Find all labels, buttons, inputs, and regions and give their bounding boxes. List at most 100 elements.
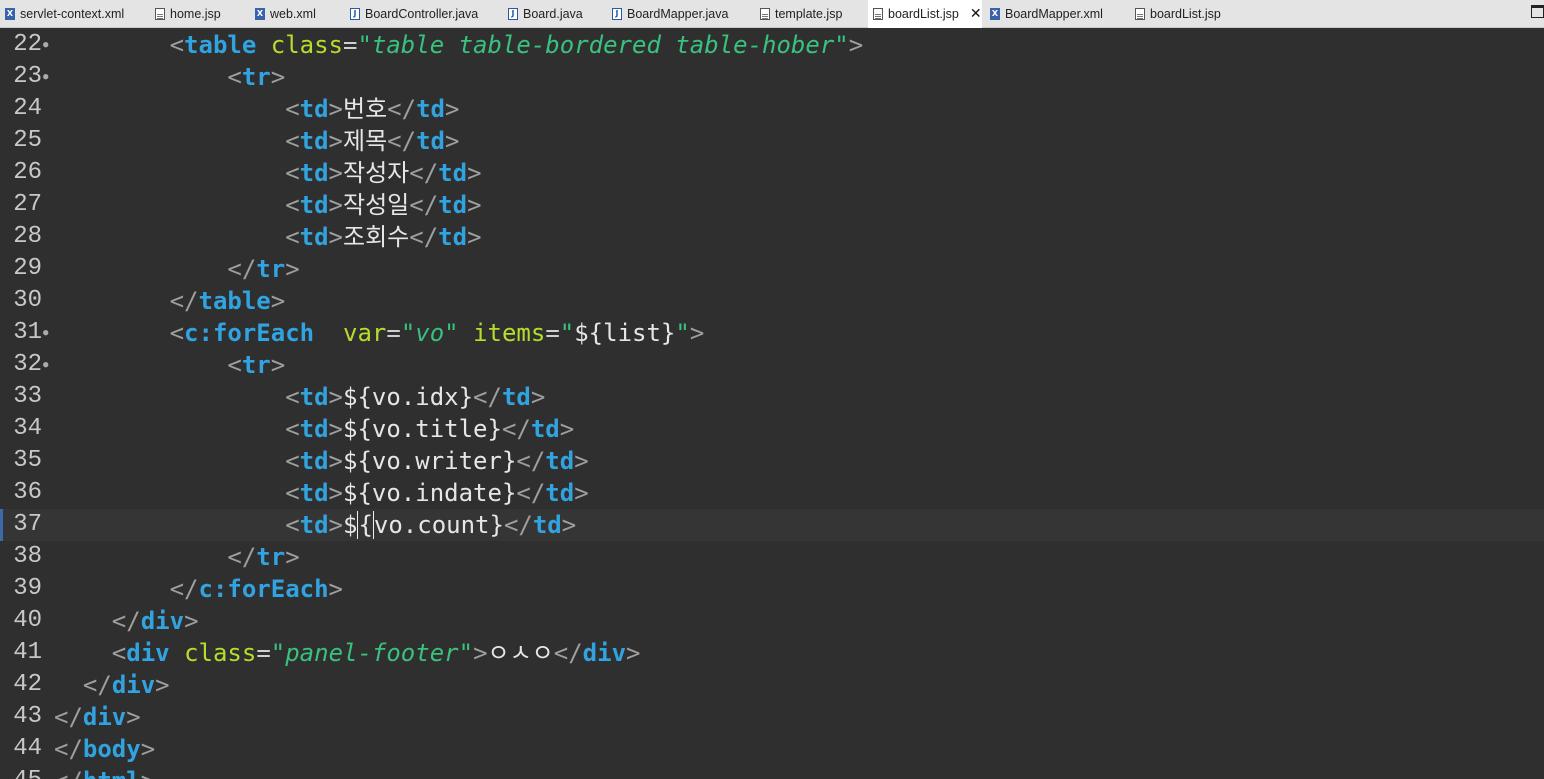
code-token: < bbox=[285, 159, 300, 187]
maximize-icon[interactable] bbox=[1531, 5, 1544, 18]
tab-label: Board.java bbox=[523, 7, 583, 21]
code-token: " bbox=[675, 319, 690, 347]
code-token: td bbox=[299, 447, 329, 475]
code-text: <c:forEach var="vo" items="${list}"> bbox=[54, 317, 705, 349]
code-token: </ bbox=[553, 639, 583, 667]
code-token: > bbox=[328, 127, 343, 155]
code-token: < bbox=[169, 319, 185, 347]
code-token: </ bbox=[516, 447, 546, 475]
code-token: < bbox=[111, 639, 127, 667]
code-token: ${vo.writer} bbox=[343, 447, 517, 475]
fold-marker-icon[interactable]: ● bbox=[43, 317, 48, 349]
tab-label: home.jsp bbox=[170, 7, 221, 21]
code-line[interactable]: 35 <td>${vo.writer}</td> bbox=[0, 445, 1544, 477]
code-text: <td>번호</td> bbox=[54, 93, 459, 125]
code-token: td bbox=[438, 159, 468, 187]
code-token: td bbox=[416, 127, 445, 155]
code-text: </div> bbox=[54, 605, 199, 637]
line-number: 43 bbox=[13, 703, 42, 730]
java-file-icon: J bbox=[508, 8, 518, 20]
line-number: 28 bbox=[13, 223, 42, 250]
code-token: 번호 bbox=[343, 95, 388, 123]
code-token: div bbox=[126, 639, 170, 667]
code-line[interactable]: 38 </tr> bbox=[0, 541, 1544, 573]
tab-label: template.jsp bbox=[775, 7, 843, 21]
xml-file-icon: X bbox=[990, 8, 1000, 20]
code-text: <table class="table table-bordered table… bbox=[54, 29, 864, 61]
code-editor[interactable]: 22 ● <table class="table table-bordered t… bbox=[0, 29, 1544, 779]
tab-home-jsp[interactable]: home.jsp bbox=[150, 0, 245, 28]
tab-web-xml[interactable]: Xweb.xml bbox=[250, 0, 340, 28]
code-line[interactable]: 27 <td>작성일</td> bbox=[0, 189, 1544, 221]
code-line[interactable]: 32 ● <tr> bbox=[0, 349, 1544, 381]
code-text: </c:forEach> bbox=[54, 573, 343, 605]
code-line[interactable]: 45 </html> bbox=[0, 765, 1544, 779]
code-line[interactable]: 37 <td>${vo.count}</td> bbox=[0, 509, 1544, 541]
code-line[interactable]: 24 <td>번호</td> bbox=[0, 93, 1544, 125]
xml-file-icon: X bbox=[5, 8, 15, 20]
code-token: </ bbox=[516, 479, 546, 507]
code-line[interactable]: 29 </tr> bbox=[0, 253, 1544, 285]
code-token: class bbox=[184, 639, 257, 667]
code-token: td bbox=[299, 191, 329, 219]
code-token: </ bbox=[54, 703, 83, 731]
code-line[interactable]: 39 </c:forEach> bbox=[0, 573, 1544, 605]
code-token: table bbox=[198, 287, 271, 315]
tab-boardcontroller-java[interactable]: J BoardController.java bbox=[345, 0, 495, 28]
code-line[interactable]: 40 </div> bbox=[0, 605, 1544, 637]
code-token: td bbox=[299, 127, 329, 155]
code-token: > bbox=[467, 223, 482, 251]
code-line[interactable]: 41 <div class="panel-footer">ㅇㅅㅇ</div> bbox=[0, 637, 1544, 669]
code-line[interactable]: 25 <td>제목</td> bbox=[0, 125, 1544, 157]
code-token: td bbox=[299, 95, 329, 123]
fold-marker-icon[interactable]: ● bbox=[43, 61, 48, 93]
tab-label: BoardMapper.java bbox=[627, 7, 729, 21]
code-token: html bbox=[83, 767, 141, 779]
code-line[interactable]: 43 </div> bbox=[0, 701, 1544, 733]
code-token: div bbox=[82, 703, 127, 731]
code-token: </ bbox=[82, 671, 112, 699]
code-line[interactable]: 30 </table> bbox=[0, 285, 1544, 317]
fold-marker-icon[interactable]: ● bbox=[43, 349, 48, 381]
code-line[interactable]: 42 </div> bbox=[0, 669, 1544, 701]
code-token: > bbox=[626, 639, 641, 667]
java-file-icon: J bbox=[350, 8, 360, 20]
line-number: 23 bbox=[13, 63, 42, 90]
code-line[interactable]: 28 <td>조회수</td> bbox=[0, 221, 1544, 253]
close-tab-icon[interactable]: ✕ bbox=[970, 6, 982, 22]
tab-boardmapper-xml[interactable]: X BoardMapper.xml bbox=[985, 0, 1125, 28]
code-line[interactable]: 26 <td>작성자</td> bbox=[0, 157, 1544, 189]
code-token: < bbox=[285, 415, 300, 443]
tab-boardlist-jsp[interactable]: boardList.jsp bbox=[1130, 0, 1240, 28]
code-token: > bbox=[328, 223, 343, 251]
code-token: </ bbox=[169, 287, 199, 315]
tab-template-jsp[interactable]: template.jsp bbox=[755, 0, 865, 28]
code-token: < bbox=[285, 95, 300, 123]
code-line[interactable]: 22 ● <table class="table table-bordered t… bbox=[0, 29, 1544, 61]
line-number: 33 bbox=[13, 383, 42, 410]
tab-boardmapper-java[interactable]: J BoardMapper.java bbox=[607, 0, 749, 28]
tab-boardlist-jsp[interactable]: boardList.jsp ✕ bbox=[868, 0, 982, 28]
code-line[interactable]: 23 ● <tr> bbox=[0, 61, 1544, 93]
code-token: " bbox=[559, 319, 575, 347]
code-line[interactable]: 31 ● <c:forEach var="vo" items="${list}"> bbox=[0, 317, 1544, 349]
fold-marker-icon[interactable]: ● bbox=[43, 29, 48, 61]
line-number: 25 bbox=[13, 127, 42, 154]
code-token: > bbox=[328, 415, 343, 443]
code-token: ${vo.idx} bbox=[343, 383, 474, 411]
code-token: < bbox=[285, 447, 300, 475]
code-token: tr bbox=[241, 63, 271, 91]
code-line[interactable]: 44 </body> bbox=[0, 733, 1544, 765]
code-line[interactable]: 36 <td>${vo.indate}</td> bbox=[0, 477, 1544, 509]
tab-board-java[interactable]: J Board.java bbox=[503, 0, 603, 28]
tab-servlet-context-xml[interactable]: Xservlet-context.xml bbox=[0, 0, 140, 28]
code-line[interactable]: 33 <td>${vo.idx}</td> bbox=[0, 381, 1544, 413]
code-token: </ bbox=[227, 543, 257, 571]
code-token: </ bbox=[111, 607, 141, 635]
code-line[interactable]: 34 <td>${vo.title}</td> bbox=[0, 413, 1544, 445]
code-text: <td>제목</td> bbox=[54, 125, 459, 157]
